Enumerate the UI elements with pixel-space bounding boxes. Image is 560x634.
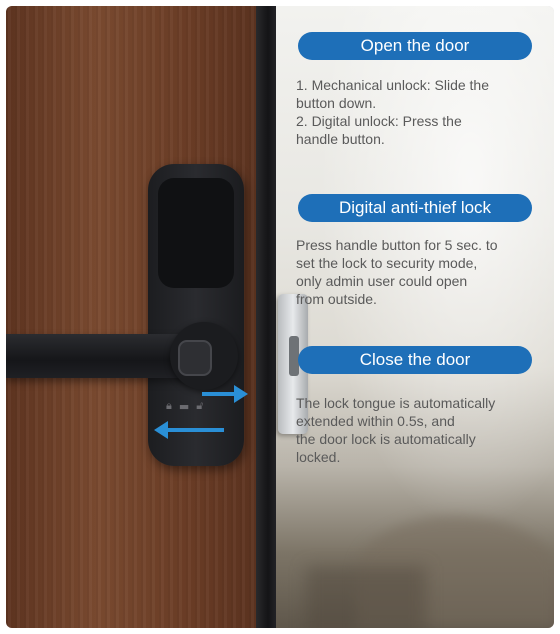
text-line: set the lock to security mode, xyxy=(296,255,478,271)
text-line: the door lock is automatically xyxy=(296,431,476,447)
text-line: handle button. xyxy=(296,131,385,147)
text-line: 1. Mechanical unlock: Slide the xyxy=(296,77,489,93)
text-line: from outside. xyxy=(296,291,377,307)
door-edge xyxy=(256,6,276,628)
arrow-right-icon xyxy=(202,385,248,403)
slider-icon: ▬ xyxy=(178,399,190,413)
furniture-blur xyxy=(306,566,426,628)
section-title-open-door: Open the door xyxy=(298,32,532,60)
door-handle xyxy=(6,334,196,378)
text-line: 2. Digital unlock: Press the xyxy=(296,113,462,129)
section-title-close-door: Close the door xyxy=(298,346,532,374)
text-line: only admin user could open xyxy=(296,273,468,289)
fingerprint-reader-icon xyxy=(178,340,212,376)
text-line: extended within 0.5s, and xyxy=(296,413,455,429)
section-title-anti-thief: Digital anti-thief lock xyxy=(298,194,532,222)
arrow-left-icon xyxy=(154,421,224,439)
section-text-close-door: The lock tongue is automatically extende… xyxy=(296,394,544,466)
text-line: The lock tongue is automatically xyxy=(296,395,496,411)
text-line: button down. xyxy=(296,95,377,111)
lock-icon: 🔒︎ xyxy=(166,399,172,412)
section-text-open-door: 1. Mechanical unlock: Slide the button d… xyxy=(296,76,544,148)
text-line: Press handle button for 5 sec. to xyxy=(296,237,498,253)
smart-lock-top-panel xyxy=(158,178,234,288)
text-line: locked. xyxy=(296,449,341,465)
section-text-anti-thief: Press handle button for 5 sec. to set th… xyxy=(296,236,544,308)
